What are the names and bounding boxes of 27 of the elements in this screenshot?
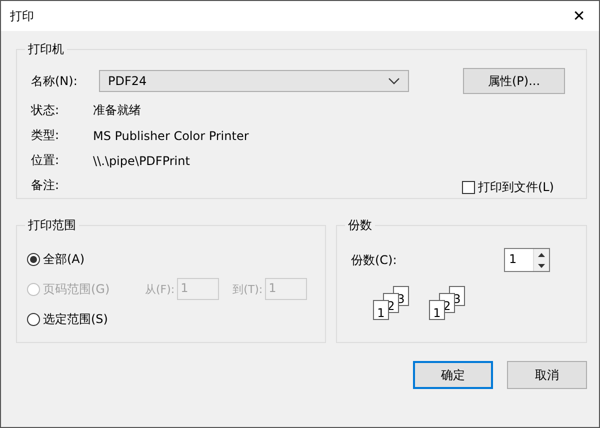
to-label: 到(T): [232, 282, 263, 296]
close-button[interactable]: ✕ [559, 1, 599, 31]
radio-option[interactable]: 选定范围(S) [27, 310, 145, 328]
dialog-button[interactable]: 取消 [507, 361, 587, 389]
window-title: 打印 [10, 8, 34, 24]
info-value: 准备就绪 [93, 102, 141, 119]
copies-label: 份数(C): [351, 252, 398, 268]
radio-option[interactable]: 全部(A) [27, 250, 145, 268]
group-title: 份数 [347, 217, 373, 234]
info-label: 类型: [31, 127, 60, 144]
info-label: 状态: [31, 102, 60, 119]
from-label: 从(F): [145, 282, 175, 296]
info-label: 备注: [31, 177, 60, 194]
info-label: 位置: [31, 152, 60, 169]
group-title: 打印机 [27, 41, 65, 58]
info-value: \\.\pipe\PDFPrint [93, 154, 190, 168]
print-to-file-checkbox[interactable]: 打印到文件(L) [462, 179, 554, 196]
name-label: 名称(N): [31, 72, 78, 90]
dialog-button[interactable]: 确定 [413, 361, 493, 389]
info-value: MS Publisher Color Printer [93, 128, 249, 142]
group-title: 打印范围 [27, 217, 77, 234]
printer-dropdown[interactable]: PDF24 [99, 70, 409, 92]
properties-button[interactable]: 属性(P)... [463, 68, 565, 94]
up-arrow-icon[interactable] [537, 252, 546, 258]
down-arrow-icon[interactable] [537, 262, 546, 268]
chevron-icon [388, 77, 400, 85]
copies-spinbox[interactable]: 1 [504, 248, 550, 272]
